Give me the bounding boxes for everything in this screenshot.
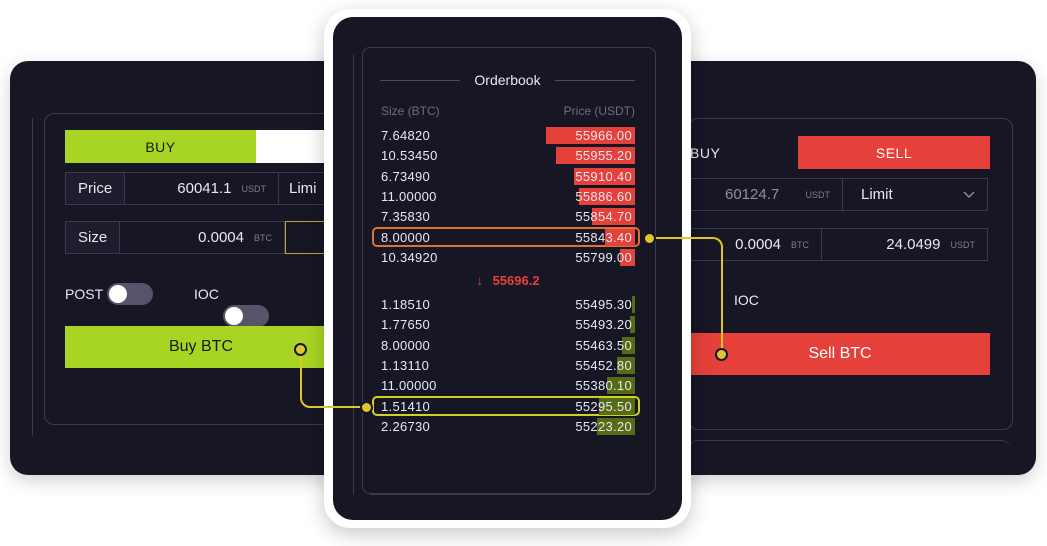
ioc-label: IOC: [734, 292, 759, 308]
arrow-down-icon: ↓: [476, 273, 483, 288]
price-field[interactable]: Price 60041.1 USDT Limi: [65, 172, 340, 205]
ask-row[interactable]: 11.00000 55886.60: [381, 187, 635, 205]
divider: [32, 118, 33, 436]
bid-row[interactable]: 1.18510 55495.30: [381, 295, 635, 313]
price-unit: USDT: [241, 183, 267, 194]
ask-row[interactable]: 10.34920 55799.00: [381, 248, 635, 266]
size-field[interactable]: Size 0.0004 BTC: [65, 221, 285, 254]
bid-row[interactable]: 1.13110 55452.80: [381, 356, 635, 374]
tab-buy[interactable]: BUY: [690, 136, 798, 169]
price-input[interactable]: 60041.1: [125, 180, 231, 197]
price-cell: 55495.30: [575, 297, 632, 312]
size-cell: 11.00000: [381, 378, 437, 394]
tab-buy[interactable]: BUY: [65, 130, 256, 163]
bid-row[interactable]: 2.26730 55223.20: [381, 417, 635, 435]
bid-row[interactable]: 8.00000 55463.50: [381, 336, 635, 354]
bid-row[interactable]: 11.00000 55380.10: [381, 376, 635, 395]
size-cell: 7.35830: [381, 209, 431, 225]
size-cell: 1.77650: [381, 317, 431, 333]
post-toggle[interactable]: [107, 283, 153, 305]
price-cell: 55463.50: [575, 337, 632, 353]
toggle-knob: [225, 307, 243, 325]
price-cell: 55223.20: [575, 418, 632, 434]
orderbook-title-bar: Orderbook: [380, 70, 635, 90]
chevron-down-icon: [963, 191, 975, 198]
order-type-value: Limit: [861, 186, 893, 203]
sell-btc-button[interactable]: Sell BTC: [690, 333, 990, 375]
mid-price: ↓ 55696.2: [381, 273, 635, 288]
size-label: Size: [66, 222, 121, 253]
size-header: Size (BTC): [381, 104, 440, 118]
price-input[interactable]: 60124.7: [691, 186, 796, 203]
size-unit: BTC: [791, 239, 809, 250]
total-input[interactable]: 24.0499: [886, 236, 940, 253]
connector-dot: [360, 401, 373, 414]
size-input[interactable]: 0.0004: [120, 229, 244, 246]
size-cell: 1.13110: [381, 357, 430, 373]
price-cell: 55295.50: [575, 398, 632, 414]
divider: [380, 79, 461, 81]
connector-line: [300, 348, 374, 408]
depth-bar: [632, 296, 635, 313]
ioc-label: IOC: [194, 286, 219, 302]
connector-dot: [294, 343, 307, 356]
size-cell: 7.64820: [381, 128, 431, 143]
price-cell: 55452.80: [575, 357, 632, 373]
price-cell: 55966.00: [575, 128, 632, 143]
ask-row[interactable]: 7.64820 55966.00: [381, 126, 635, 144]
ioc-toggle[interactable]: [223, 305, 269, 327]
orderbook-title: Orderbook: [474, 72, 541, 88]
connector-line: [649, 237, 723, 355]
mid-price-value: 55696.2: [492, 273, 540, 288]
connector-dot: [715, 348, 728, 361]
price-label: Price: [66, 173, 126, 204]
tab-sell[interactable]: SELL: [798, 136, 990, 169]
size-cell: 1.18510: [381, 297, 431, 312]
size-cell: 6.73490: [381, 168, 431, 184]
size-cell: 2.26730: [381, 418, 431, 434]
connector-dot: [643, 232, 656, 245]
bid-row[interactable]: 1.77650 55493.20: [381, 315, 635, 334]
size-cell: 10.34920: [381, 249, 438, 265]
size-total-field[interactable]: 0.0004 BTC 24.0499 USDT: [690, 228, 988, 261]
size-unit: BTC: [254, 232, 272, 243]
size-cell: 8.00000: [381, 337, 431, 353]
divider: [554, 79, 635, 81]
toggle-knob: [109, 285, 127, 303]
total-unit: USDT: [950, 239, 976, 250]
sell-order-card-lower: [688, 440, 1011, 471]
divider: [353, 55, 354, 495]
price-cell: 55886.60: [575, 188, 632, 204]
price-cell: 55910.40: [575, 168, 632, 184]
price-cell: 55493.20: [575, 317, 632, 333]
ask-row[interactable]: 10.53450 55955.20: [381, 146, 635, 165]
price-cell: 55799.00: [575, 249, 632, 265]
post-label: POST: [65, 286, 104, 302]
price-field[interactable]: 60124.7 USDT Limit: [690, 178, 988, 211]
price-cell: 55854.70: [575, 209, 632, 225]
size-cell: 10.53450: [381, 148, 438, 164]
price-unit: USDT: [805, 189, 831, 200]
ask-row[interactable]: 6.73490 55910.40: [381, 167, 635, 185]
price-cell: 55380.10: [575, 378, 632, 394]
size-cell: 11.00000: [381, 188, 437, 204]
price-cell: 55955.20: [575, 148, 632, 164]
price-header: Price (USDT): [563, 104, 635, 118]
order-type-select[interactable]: Limit: [842, 179, 987, 210]
ask-row[interactable]: 7.35830 55854.70: [381, 207, 635, 226]
total-field[interactable]: 24.0499 USDT: [821, 229, 987, 260]
price-cell: 55843.40: [575, 229, 632, 245]
orderbook-header: Size (BTC) Price (USDT): [381, 104, 635, 118]
divider: [370, 494, 650, 495]
